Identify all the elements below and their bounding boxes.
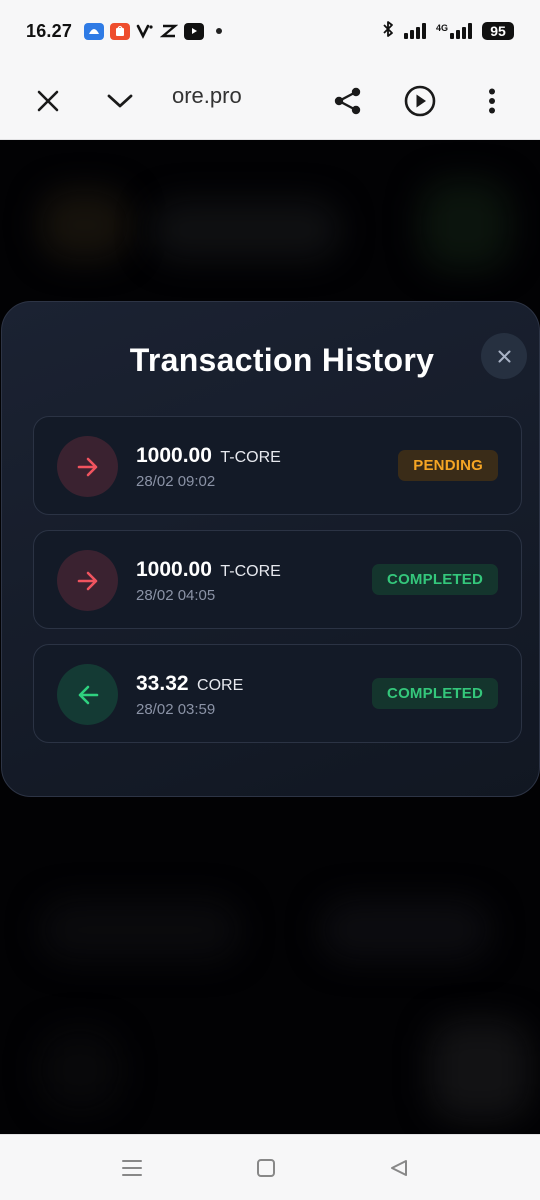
transaction-amount-line: 33.32 CORE	[136, 672, 243, 696]
transaction-unit: CORE	[197, 677, 244, 694]
transaction-amount: 33.32	[136, 672, 189, 695]
network-type-label: 4G	[435, 23, 448, 33]
transaction-item[interactable]: 1000.00 T-CORE 28/02 09:02 PENDING	[33, 416, 522, 515]
close-tab-button[interactable]	[26, 79, 70, 123]
transaction-amount: 1000.00	[136, 558, 212, 581]
chevron-down-icon	[107, 94, 133, 108]
home-button[interactable]	[251, 1153, 281, 1183]
transaction-history-modal: Transaction History 1000.00 T-CORE 28/02…	[1, 301, 540, 797]
arrow-right-icon	[77, 457, 97, 476]
transaction-item[interactable]: 1000.00 T-CORE 28/02 04:05 COMPLETED	[33, 530, 522, 629]
notification-icons	[84, 22, 223, 40]
mobile-data-indicator: 4G	[436, 23, 472, 39]
transaction-amount: 1000.00	[136, 444, 212, 467]
status-badge: COMPLETED	[372, 564, 498, 595]
play-button[interactable]	[398, 79, 442, 123]
menu-lines-icon	[122, 1160, 142, 1176]
status-badge: PENDING	[398, 450, 498, 481]
incoming-transaction-badge	[57, 664, 118, 725]
more-notifications-dot	[216, 28, 223, 34]
arrow-right-icon	[77, 571, 97, 590]
modal-title: Transaction History	[129, 342, 435, 378]
status-time: 16.27	[26, 20, 73, 41]
triangle-back-icon	[391, 1160, 407, 1176]
transaction-date: 28/02 09:02	[136, 473, 216, 490]
bluetooth-icon	[382, 20, 394, 43]
more-vertical-icon	[489, 88, 495, 114]
browser-toolbar: ore.pro	[0, 62, 540, 140]
share-button[interactable]	[326, 79, 370, 123]
system-indicators: 4G 95	[382, 20, 514, 43]
status-badge: COMPLETED	[372, 678, 498, 709]
youtube-icon	[184, 22, 205, 40]
transaction-unit: T-CORE	[220, 563, 281, 580]
status-bar: 16.27 4G 95	[0, 0, 540, 62]
app-store-icon	[84, 22, 105, 40]
battery-indicator: 95	[482, 22, 514, 40]
system-navigation-bar	[0, 1134, 540, 1200]
recent-apps-button[interactable]	[117, 1153, 147, 1183]
transaction-amount-line: 1000.00 T-CORE	[136, 444, 281, 468]
url-display[interactable]: ore.pro	[172, 83, 272, 109]
vidio-icon	[136, 23, 154, 40]
transaction-unit: T-CORE	[220, 449, 281, 466]
shopee-pay-icon	[110, 22, 131, 40]
transaction-amount-line: 1000.00 T-CORE	[136, 558, 281, 582]
square-icon	[257, 1159, 275, 1177]
arrow-left-icon	[78, 685, 98, 704]
more-options-button[interactable]	[470, 79, 514, 123]
signal-strength-2-icon	[450, 23, 472, 39]
share-icon	[334, 87, 361, 115]
transaction-date: 28/02 03:59	[136, 701, 216, 718]
capcut-icon	[160, 23, 179, 40]
outgoing-transaction-badge	[57, 436, 118, 497]
signal-strength-icon	[403, 23, 426, 39]
collapse-button[interactable]	[98, 79, 142, 123]
close-icon	[37, 90, 59, 112]
transaction-item[interactable]: 33.32 CORE 28/02 03:59 COMPLETED	[33, 644, 522, 743]
back-button[interactable]	[384, 1153, 414, 1183]
outgoing-transaction-badge	[57, 550, 118, 611]
close-modal-button[interactable]	[481, 333, 527, 379]
transaction-date: 28/02 04:05	[136, 587, 216, 604]
close-icon	[498, 350, 510, 362]
play-circle-icon	[404, 85, 436, 117]
